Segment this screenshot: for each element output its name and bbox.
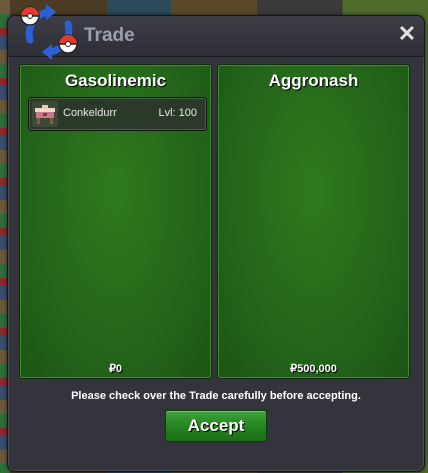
right-money-offer: ₽500,000 bbox=[290, 363, 337, 375]
trade-item-slot[interactable]: Conkeldurr Lvl: 100 bbox=[28, 97, 207, 131]
item-name: Conkeldurr bbox=[63, 107, 117, 119]
right-player-name: Aggronash bbox=[268, 71, 359, 90]
trade-window: Trade ✕ Gasolinemic Conkeldurr Lvl: 100 … bbox=[7, 4, 425, 472]
trade-notice: Please check over the Trade carefully be… bbox=[71, 390, 361, 402]
accept-button[interactable]: Accept bbox=[165, 410, 267, 442]
window-title: Trade bbox=[84, 25, 135, 46]
left-trade-panel: Gasolinemic Conkeldurr Lvl: 100 ₽0 bbox=[19, 64, 212, 379]
left-player-name: Gasolinemic bbox=[64, 71, 167, 90]
right-trade-panel: Aggronash ₽500,000 bbox=[217, 64, 410, 379]
close-button[interactable]: ✕ bbox=[396, 22, 418, 46]
item-level: Lvl: 100 bbox=[158, 107, 197, 119]
trade-logo-icon bbox=[20, 4, 78, 60]
pokemon-sprite-icon bbox=[32, 101, 58, 127]
left-money-offer: ₽0 bbox=[108, 363, 123, 375]
